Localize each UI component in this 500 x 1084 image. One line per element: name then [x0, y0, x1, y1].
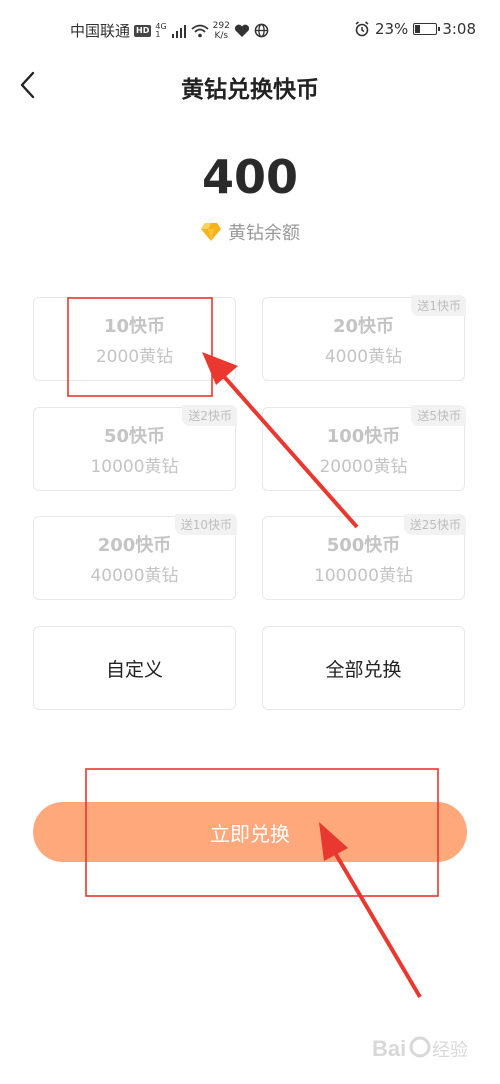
network-speed-unit: K/s — [214, 30, 229, 41]
battery-fill — [415, 25, 421, 33]
option-diamonds: 100000黄钻 — [314, 566, 413, 586]
option-coins: 20快币 — [332, 316, 395, 337]
exchange-all-button[interactable]: 全部兑换 — [262, 626, 465, 710]
heart-icon — [234, 24, 249, 37]
diamond-icon — [201, 223, 221, 241]
signal-icon — [171, 24, 186, 38]
balance-value: 400 — [201, 150, 299, 204]
option-coins: 500快币 — [326, 535, 401, 556]
status-time: 3:08 — [442, 20, 476, 38]
option-50-coins[interactable]: 送2快币 50快币 10000黄钻 — [33, 405, 237, 491]
wifi-icon — [191, 24, 209, 37]
custom-amount-label: 自定义 — [105, 658, 163, 681]
option-diamonds: 40000黄钻 — [90, 566, 179, 586]
alarm-icon — [355, 21, 369, 37]
option-coins: 200快币 — [97, 535, 172, 556]
option-diamonds: 2000黄钻 — [95, 347, 174, 367]
option-coins: 10快币 — [103, 316, 166, 337]
option-100-coins[interactable]: 送5快币 100快币 20000黄钻 — [262, 405, 466, 491]
network-type-bottom: 1 — [155, 29, 161, 39]
option-20-coins[interactable]: 送1快币 20快币 4000黄钻 — [262, 295, 466, 381]
status-right: 23% 3:08 — [354, 20, 476, 38]
battery-icon — [413, 23, 441, 35]
battery-percent: 23% — [374, 20, 409, 38]
network-speed-value: 292 — [212, 20, 230, 31]
svg-text:经验: 经验 — [432, 1040, 468, 1061]
page-title: 黄钻兑换快币 — [181, 77, 319, 103]
option-diamonds: 4000黄钻 — [324, 347, 403, 367]
baidu-watermark-logo: Bai 经验 — [372, 1036, 468, 1061]
status-bar: 中国联通 HD 4G 1 292 K/s 23% 3:08 — [0, 0, 500, 62]
option-500-coins[interactable]: 送25快币 500快币 100000黄钻 — [262, 514, 466, 600]
exchange-all-label: 全部兑换 — [325, 658, 402, 681]
option-coins: 100快币 — [326, 426, 401, 447]
balance-label-row: 黄钻余额 — [0, 219, 500, 245]
option-diamonds: 20000黄钻 — [319, 457, 408, 477]
svg-text:Bai: Bai — [372, 1036, 406, 1061]
option-10-coins[interactable]: 10快币 2000黄钻 — [33, 297, 236, 381]
option-200-coins[interactable]: 送10快币 200快币 40000黄钻 — [33, 514, 237, 600]
option-coins: 50快币 — [103, 426, 166, 447]
custom-amount-button[interactable]: 自定义 — [33, 626, 236, 710]
balance-label: 黄钻余额 — [228, 223, 300, 244]
exchange-now-button[interactable]: 立即兑换 — [33, 802, 467, 862]
hd-badge: HD — [134, 24, 152, 37]
network-type: 4G 1 — [155, 22, 166, 39]
network-speed: 292 K/s — [213, 21, 230, 41]
carrier-name: 中国联通 — [70, 22, 131, 40]
option-diamonds: 10000黄钻 — [90, 457, 179, 477]
status-left: 中国联通 HD 4G 1 292 K/s — [70, 20, 269, 41]
globe-icon — [254, 23, 269, 38]
